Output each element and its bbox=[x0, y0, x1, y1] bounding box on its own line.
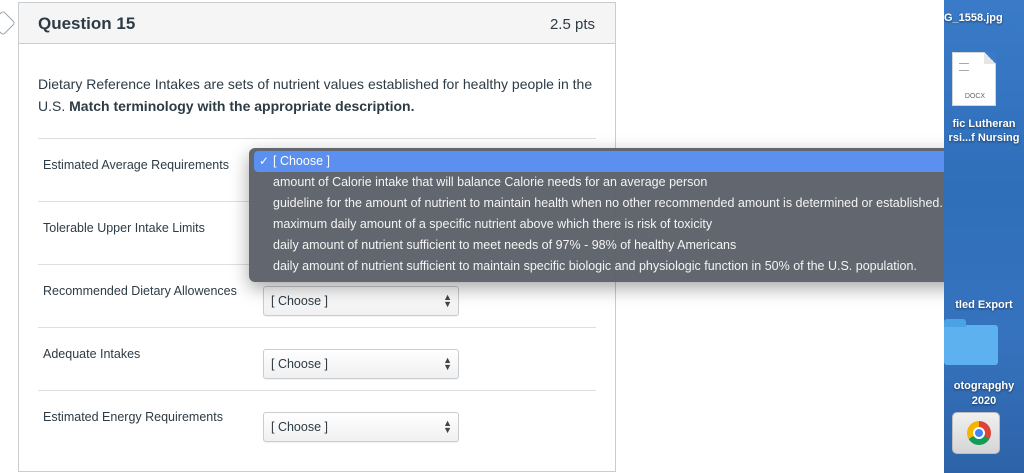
question-text-bold: Match terminology with the appropriate d… bbox=[69, 98, 415, 114]
doc-lines-icon bbox=[959, 63, 969, 71]
desktop-folder-export-label[interactable]: tled Export bbox=[944, 298, 1024, 312]
match-select[interactable]: [ Choose ] ▲ ▼ bbox=[263, 349, 459, 379]
match-select[interactable]: [ Choose ] ▲ ▼ bbox=[263, 286, 459, 316]
dropdown-option-label: amount of Calorie intake that will balan… bbox=[273, 175, 708, 189]
desktop-file-jpg-label[interactable]: G_1558.jpg bbox=[944, 11, 1024, 25]
dropdown-option[interactable]: daily amount of nutrient sufficient to m… bbox=[254, 256, 1002, 277]
match-term: Adequate Intakes bbox=[43, 347, 141, 361]
checkmark-icon: ✓ bbox=[259, 154, 270, 168]
match-row: Adequate Intakes [ Choose ] ▲ ▼ bbox=[38, 327, 596, 390]
docx-file-icon[interactable]: DOCX bbox=[952, 52, 996, 106]
dropdown-option[interactable]: daily amount of nutrient sufficient to m… bbox=[254, 235, 1002, 256]
dropdown-option-choose[interactable]: ✓ [ Choose ] bbox=[254, 151, 1002, 172]
match-row: Estimated Energy Requirements [ Choose ]… bbox=[38, 390, 596, 453]
select-value: [ Choose ] bbox=[271, 294, 328, 308]
desktop-folder-photo-label-1[interactable]: otograpghy bbox=[944, 379, 1024, 393]
chrome-installer-icon[interactable] bbox=[952, 412, 1000, 454]
match-term: Estimated Average Requirements bbox=[43, 158, 229, 172]
select-arrows-icon: ▲ ▼ bbox=[443, 292, 452, 309]
match-term: Tolerable Upper Intake Limits bbox=[43, 221, 205, 235]
desktop-file-docx-label-1[interactable]: fic Lutheran bbox=[944, 117, 1024, 131]
match-term: Estimated Energy Requirements bbox=[43, 410, 223, 424]
dropdown-option[interactable]: amount of Calorie intake that will balan… bbox=[254, 172, 1002, 193]
dropdown-option[interactable]: guideline for the amount of nutrient to … bbox=[254, 193, 1002, 214]
dropdown-option-label: daily amount of nutrient sufficient to m… bbox=[273, 238, 737, 252]
question-header: Question 15 2.5 pts bbox=[19, 3, 615, 44]
select-arrows-icon: ▲ ▼ bbox=[443, 355, 452, 372]
dropdown-option[interactable]: maximum daily amount of a specific nutri… bbox=[254, 214, 1002, 235]
match-term: Recommended Dietary Allowences bbox=[43, 284, 237, 298]
chrome-icon bbox=[967, 421, 991, 445]
question-text: Dietary Reference Intakes are sets of nu… bbox=[38, 73, 598, 117]
match-select[interactable]: [ Choose ] ▲ ▼ bbox=[263, 412, 459, 442]
desktop-background: G_1558.jpg DOCX fic Lutheran rsi...f Nur… bbox=[944, 0, 1024, 473]
select-value: [ Choose ] bbox=[271, 420, 328, 434]
folder-icon[interactable] bbox=[944, 319, 998, 365]
doc-type-label: DOCX bbox=[964, 93, 986, 100]
dropdown-option-label: guideline for the amount of nutrient to … bbox=[273, 196, 943, 210]
dropdown-option-label: [ Choose ] bbox=[273, 154, 330, 168]
dropdown-option-label: maximum daily amount of a specific nutri… bbox=[273, 217, 713, 231]
question-points: 2.5 pts bbox=[549, 16, 595, 33]
dropdown-option-label: daily amount of nutrient sufficient to m… bbox=[273, 259, 917, 273]
select-dropdown-menu: ✓ [ Choose ] amount of Calorie intake th… bbox=[249, 148, 1007, 282]
select-value: [ Choose ] bbox=[271, 357, 328, 371]
question-title: Question 15 bbox=[38, 14, 136, 33]
desktop-file-docx-label-2[interactable]: rsi...f Nursing bbox=[944, 131, 1024, 145]
select-arrows-icon: ▲ ▼ bbox=[443, 418, 452, 435]
desktop-folder-photo-label-2[interactable]: 2020 bbox=[944, 394, 1024, 408]
question-nav-marker bbox=[0, 10, 16, 36]
